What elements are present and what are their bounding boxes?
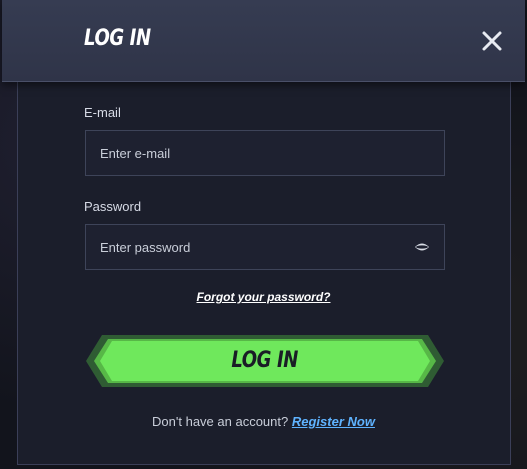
email-field-box (85, 130, 445, 176)
forgot-password-link[interactable]: Forgot your password? (0, 290, 527, 304)
email-label: E-mail (84, 105, 121, 120)
background: LOG IN E-mail Password Forgot your passw… (0, 0, 527, 469)
password-label: Password (84, 199, 142, 214)
close-icon (482, 31, 502, 51)
close-button[interactable] (479, 28, 505, 54)
password-field[interactable] (86, 225, 444, 269)
register-prompt: Don't have an account? (152, 414, 289, 429)
email-field[interactable] (86, 131, 444, 175)
password-field-box (85, 224, 445, 270)
dialog-header: LOG IN (2, 0, 525, 82)
register-link[interactable]: Register Now (292, 414, 375, 429)
eye-icon[interactable] (414, 242, 430, 252)
login-button-label: LOG IN (231, 348, 299, 373)
dialog-title: LOG IN (84, 26, 151, 51)
login-button[interactable]: LOG IN (84, 333, 446, 389)
register-prompt-line: Don't have an account? Register Now (0, 414, 527, 429)
